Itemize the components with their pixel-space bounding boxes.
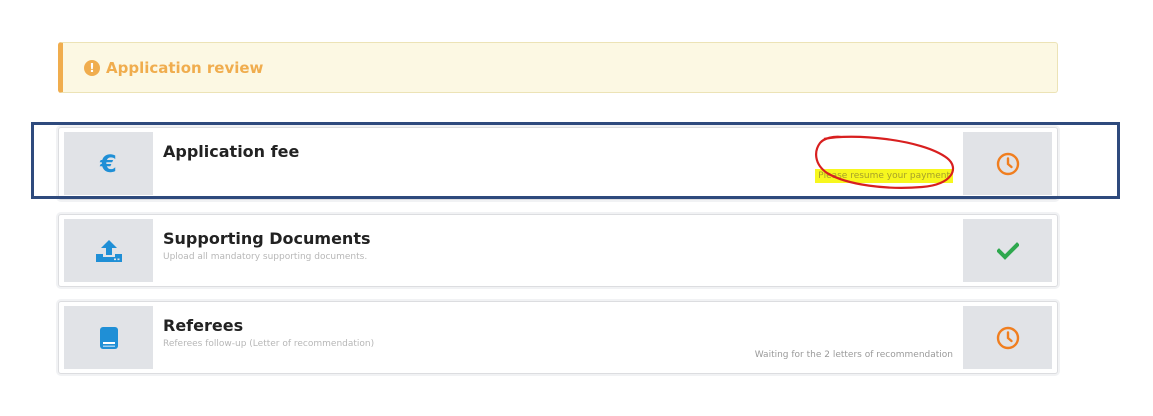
card-status-note: Waiting for the 2 letters of recommendat… — [754, 350, 953, 360]
referees-icon-box — [64, 306, 153, 369]
supporting-documents-card[interactable]: Supporting Documents Upload all mandator… — [58, 214, 1058, 287]
card-subtitle: Referees follow-up (Letter of recommenda… — [163, 339, 375, 349]
book-icon — [99, 326, 118, 349]
highlight-frame — [31, 122, 1120, 199]
clock-icon — [996, 326, 1019, 349]
card-title: Referees — [163, 316, 244, 335]
exclamation-circle-icon: ! — [84, 59, 100, 76]
supporting-documents-icon-box — [64, 219, 153, 282]
card-title: Supporting Documents — [163, 229, 371, 248]
upload-icon — [95, 239, 122, 262]
referees-card[interactable]: Referees Referees follow-up (Letter of r… — [58, 301, 1058, 374]
card-subtitle: Upload all mandatory supporting document… — [163, 252, 368, 262]
referees-status-box — [963, 306, 1052, 369]
application-review-alert: ! Application review — [58, 42, 1058, 93]
alert-title: Application review — [106, 58, 264, 77]
supporting-documents-status-box — [963, 219, 1052, 282]
check-icon — [996, 241, 1019, 260]
